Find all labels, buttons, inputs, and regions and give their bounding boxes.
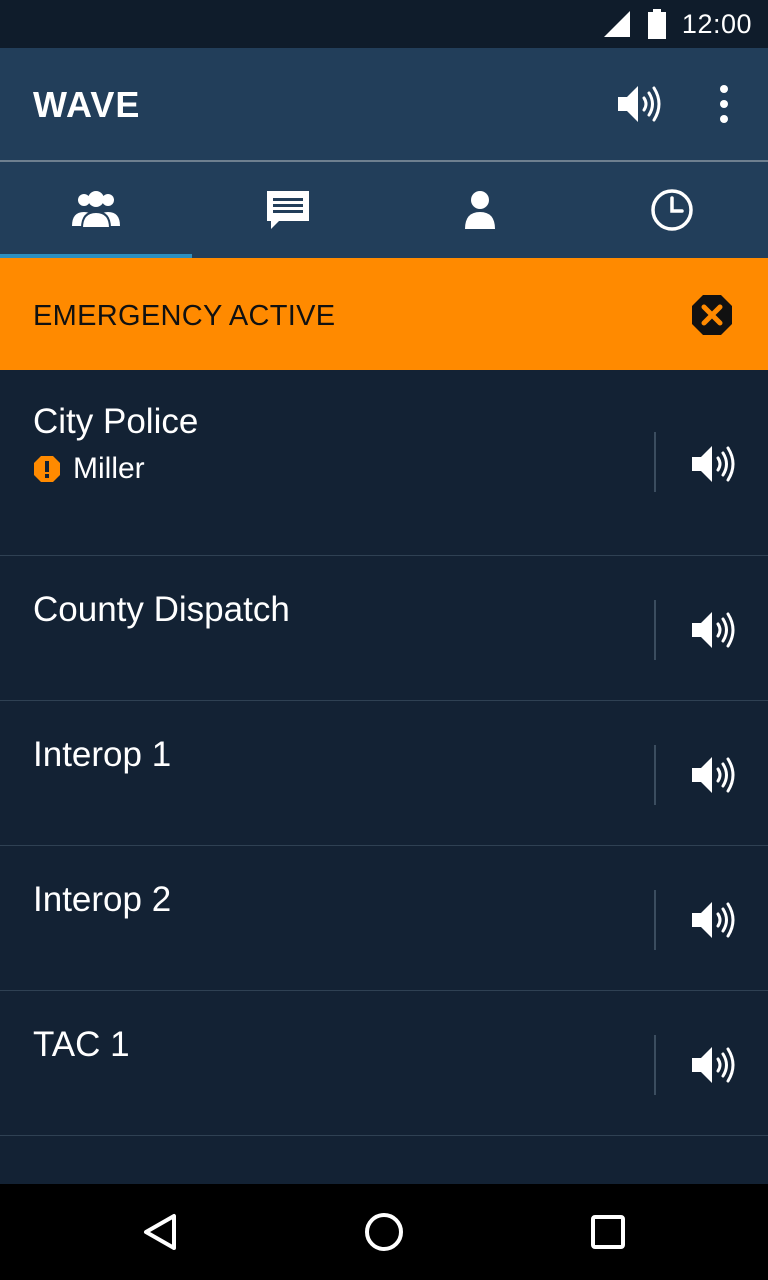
speaker-button[interactable] [614,80,666,128]
speaker-icon [692,446,735,482]
signal-icon [603,11,630,37]
tab-messages[interactable] [192,162,384,258]
close-octagon-icon [692,295,732,335]
channel-name: Interop 1 [33,735,172,774]
person-icon [465,191,495,229]
channel-speaker-button[interactable] [688,606,740,654]
channel-speaker-button[interactable] [688,1041,740,1089]
list-item[interactable]: TAC 1 [0,991,768,1136]
speaker-icon [692,757,735,793]
row-divider [654,600,656,660]
list-item[interactable]: Interop 2 [0,846,768,991]
status-bar: 12:00 [0,0,768,48]
more-options-button[interactable] [708,84,740,124]
recents-button[interactable] [584,1208,632,1256]
back-icon [144,1214,176,1250]
row-divider [654,432,656,492]
tab-groups[interactable] [0,162,192,258]
emergency-banner: EMERGENCY ACTIVE [0,258,768,370]
list-item[interactable]: County Dispatch [0,556,768,701]
app-title: WAVE [33,84,141,125]
speaker-icon [692,1047,735,1083]
tab-history[interactable] [576,162,768,258]
emergency-banner-text: EMERGENCY ACTIVE [33,300,336,332]
alert-octagon-icon [34,456,60,482]
row-divider [654,890,656,950]
emergency-user-name: Miller [73,452,145,485]
channel-speaker-button[interactable] [688,440,740,488]
more-vert-icon [720,85,728,123]
channel-list: City Police Miller County Dispatch Inter… [0,370,768,1184]
channel-name: City Police [33,402,199,441]
list-item[interactable]: City Police Miller [0,370,768,556]
app-bar: WAVE [0,48,768,162]
back-button[interactable] [136,1208,184,1256]
battery-icon [647,9,666,39]
tab-bar [0,162,768,258]
list-item[interactable]: Interop 1 [0,701,768,846]
home-button[interactable] [360,1208,408,1256]
home-icon [365,1213,403,1251]
row-divider [654,745,656,805]
speaker-icon [692,612,735,648]
channel-name: County Dispatch [33,590,290,629]
channel-speaker-button[interactable] [688,751,740,799]
recents-icon [591,1215,625,1249]
channel-speaker-button[interactable] [688,896,740,944]
system-nav-bar [0,1184,768,1280]
row-divider [654,1035,656,1095]
speaker-icon [618,86,661,122]
speaker-icon [692,902,735,938]
emergency-user: Miller [33,452,145,486]
tab-contacts[interactable] [384,162,576,258]
emergency-cancel-button[interactable] [690,293,734,342]
channel-name: Interop 2 [33,880,172,919]
status-time: 12:00 [681,8,752,39]
chat-icon [267,191,309,229]
channel-name: TAC 1 [33,1025,130,1064]
groups-icon [72,191,120,229]
history-clock-icon [651,189,693,231]
status-icons: 12:00 [602,0,752,48]
